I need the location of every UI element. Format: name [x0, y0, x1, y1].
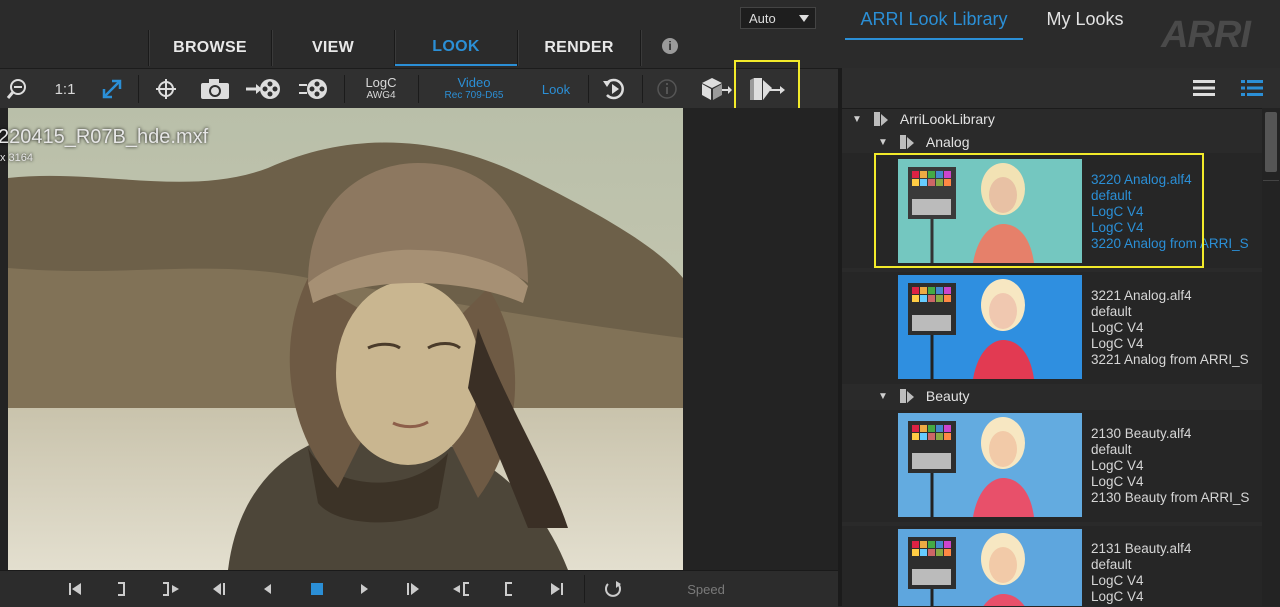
film-settings-icon[interactable] — [294, 69, 334, 109]
step-back-icon[interactable] — [208, 571, 230, 607]
list-view-icon[interactable] — [1192, 78, 1216, 103]
speed-value: Auto — [749, 10, 776, 26]
scrollbar-thumb[interactable] — [1265, 112, 1277, 172]
tab-browse[interactable]: BROWSE — [149, 30, 271, 66]
cube-export-icon[interactable] — [696, 69, 734, 109]
look-input: LogC V4 — [1091, 573, 1144, 588]
tab-look[interactable]: LOOK — [395, 30, 517, 66]
camera-icon[interactable] — [196, 69, 234, 109]
clip-name-overlay: 220415_R07B_hde.mxf — [0, 126, 209, 148]
toolbar-separator — [418, 75, 419, 103]
viewer-toolbar: 1:1 LogC AWG4 Video Rec 709-D65 Look — [0, 68, 838, 110]
info-icon[interactable]: i — [662, 38, 678, 54]
look-filename: 2131 Beauty.alf4 — [1091, 541, 1192, 556]
reset-look-icon[interactable] — [596, 69, 632, 109]
look-description: 3221 Analog from ARRI_S — [1091, 352, 1249, 367]
chevron-down-icon — [799, 15, 809, 22]
play-icon[interactable] — [354, 571, 376, 607]
logc-label: LogC — [365, 75, 397, 90]
tree-group-label: Analog — [925, 134, 970, 150]
look-output: LogC V4 — [1091, 589, 1144, 604]
look-thumbnail — [898, 275, 1082, 379]
tree-group-beauty[interactable]: ▼ Beauty — [878, 386, 970, 406]
look-folder-icon — [873, 112, 888, 126]
look-output: LogC V4 — [1091, 336, 1144, 351]
tab-arri-look-library[interactable]: ARRI Look Library — [845, 0, 1023, 40]
nav-separator — [640, 30, 642, 66]
go-to-start-icon[interactable] — [64, 571, 86, 607]
tab-view[interactable]: VIEW — [272, 30, 394, 66]
fit-screen-icon[interactable] — [96, 69, 128, 109]
highlight-box — [734, 60, 800, 110]
toolbar-separator — [344, 75, 345, 103]
expand-triangle-icon[interactable]: ▼ — [878, 137, 888, 148]
mark-out-icon[interactable] — [110, 571, 132, 607]
go-to-mark-out-icon[interactable] — [158, 571, 184, 607]
play-reverse-icon[interactable] — [256, 571, 278, 607]
look-thumbnail — [898, 529, 1082, 606]
speed-select[interactable]: Auto — [740, 7, 816, 29]
look-input: LogC V4 — [1091, 458, 1144, 473]
look-variant: default — [1091, 304, 1132, 319]
mark-in-icon[interactable] — [498, 571, 520, 607]
expand-triangle-icon[interactable]: ▼ — [852, 114, 862, 125]
video-label: Video — [457, 75, 491, 90]
stop-icon[interactable] — [306, 571, 328, 607]
look-input: LogC V4 — [1091, 320, 1144, 335]
scrollbar-grip — [1263, 180, 1279, 181]
scrollbar[interactable] — [1262, 108, 1280, 606]
crosshair-icon[interactable] — [150, 69, 182, 109]
transport-bar: Speed — [0, 570, 838, 607]
go-to-mark-in-icon[interactable] — [448, 571, 474, 607]
highlight-box — [874, 153, 1204, 268]
zoom-out-icon[interactable] — [2, 69, 32, 109]
tree-group-label: Beauty — [925, 388, 970, 404]
toolbar-separator — [588, 75, 589, 103]
look-filename: 2130 Beauty.alf4 — [1091, 426, 1192, 441]
step-forward-icon[interactable] — [402, 571, 424, 607]
video-toggle[interactable]: Video Rec 709-D65 — [428, 69, 520, 109]
film-export-icon[interactable] — [244, 69, 284, 109]
look-description: 2130 Beauty from ARRI_S — [1091, 490, 1250, 505]
video-sublabel: Rec 709-D65 — [444, 90, 504, 101]
look-thumbnail — [898, 413, 1082, 517]
tree-group-analog[interactable]: ▼ Analog — [878, 132, 970, 152]
logc-sublabel: AWG4 — [366, 90, 396, 101]
arri-logo: ARRI — [1161, 14, 1251, 56]
expand-triangle-icon[interactable]: ▼ — [878, 391, 888, 402]
look-folder-icon — [899, 389, 914, 403]
tree-root-arrilooklibrary[interactable]: ▼ ArriLookLibrary — [852, 109, 995, 129]
look-metadata: 3221 Analog.alf4 default LogC V4 LogC V4… — [1091, 288, 1261, 368]
zoom-ratio-button[interactable]: 1:1 — [46, 69, 84, 109]
look-toggle[interactable]: Look — [534, 69, 578, 109]
tab-render[interactable]: RENDER — [518, 30, 640, 66]
toolbar-separator — [138, 75, 139, 103]
look-metadata: 2131 Beauty.alf4 default LogC V4 LogC V4 — [1091, 541, 1261, 606]
clip-resolution-overlay: x 3164 — [0, 152, 34, 164]
video-frame[interactable] — [8, 108, 683, 570]
detail-list-view-icon[interactable] — [1240, 78, 1264, 103]
go-to-end-icon[interactable] — [546, 571, 568, 607]
speed-label: Speed — [687, 581, 725, 597]
tab-my-looks[interactable]: My Looks — [1030, 0, 1140, 38]
look-variant: default — [1091, 557, 1132, 572]
look-filename: 3221 Analog.alf4 — [1091, 288, 1192, 303]
transport-separator — [584, 575, 585, 603]
toolbar-separator — [642, 75, 643, 103]
tree-root-label: ArriLookLibrary — [899, 111, 995, 127]
look-folder-icon — [899, 135, 914, 149]
look-output: LogC V4 — [1091, 474, 1144, 489]
look-variant: default — [1091, 442, 1132, 457]
look-info-icon — [652, 69, 682, 109]
logc-toggle[interactable]: LogC AWG4 — [352, 69, 410, 109]
look-metadata: 2130 Beauty.alf4 default LogC V4 LogC V4… — [1091, 426, 1261, 506]
loop-icon[interactable] — [600, 571, 626, 607]
